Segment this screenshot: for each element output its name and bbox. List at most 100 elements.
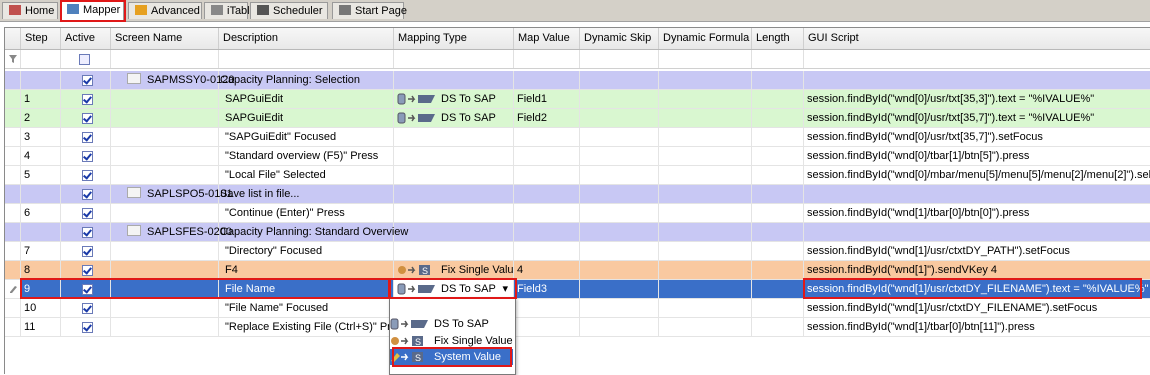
dynamic-formula-cell — [659, 299, 752, 317]
mapping-type-cell[interactable] — [394, 204, 514, 222]
active-checkbox[interactable] — [82, 303, 93, 314]
active-checkbox[interactable] — [82, 246, 93, 257]
table-row[interactable]: SAPMSSY0-0120 Capacity Planning: Selectio… — [5, 71, 1150, 90]
gui-script-cell: session.findById("wnd[1]/usr/ctxtDY_FILE… — [804, 280, 1150, 298]
mapping-type-cell[interactable]: DS To SAP — [394, 90, 514, 108]
mapping-type-cell[interactable]: S Fix Single Value — [394, 261, 514, 279]
mapping-type-cell[interactable]: DS To SAP — [394, 109, 514, 127]
dropdown-arrow-icon[interactable]: ▾ — [502, 280, 508, 298]
tab-label: Home — [25, 5, 55, 17]
tab-mapper[interactable]: Mapper — [60, 1, 124, 21]
active-cell[interactable] — [61, 299, 111, 317]
table-row[interactable]: SAPLSPO5-0101 Save list in file... — [5, 185, 1150, 204]
step-cell — [21, 185, 61, 203]
col-header-length[interactable]: Length — [752, 28, 804, 49]
filter-cell[interactable] — [61, 50, 111, 68]
active-checkbox[interactable] — [82, 170, 93, 181]
active-cell[interactable] — [61, 223, 111, 241]
filter-icon[interactable] — [5, 50, 21, 68]
dropdown-option-fix-single-value[interactable]: S Fix Single Value — [390, 333, 513, 349]
active-checkbox[interactable] — [82, 132, 93, 143]
tab-label: Scheduler — [273, 5, 323, 17]
tab-advanced[interactable]: Advanced — [128, 2, 202, 19]
tab-scheduler[interactable]: Scheduler — [250, 2, 328, 19]
mapping-type-cell[interactable]: DS To SAP ▾ — [394, 280, 514, 298]
active-cell[interactable] — [61, 71, 111, 89]
filter-cell[interactable] — [219, 50, 394, 68]
table-row[interactable]: 1 SAPGuiEdit DS To SAP Field1 session.findBy… — [5, 90, 1150, 109]
active-cell[interactable] — [61, 261, 111, 279]
dropdown-option-ds-to-sap[interactable]: DS To SAP — [390, 316, 513, 332]
active-checkbox[interactable] — [82, 75, 93, 86]
active-cell[interactable] — [61, 204, 111, 222]
length-cell — [752, 185, 804, 203]
advanced-icon — [135, 5, 147, 15]
col-header-gui-script[interactable]: GUI Script — [804, 28, 1150, 49]
table-row[interactable]: 7 "Directory" Focused session.findById("wn… — [5, 242, 1150, 261]
filter-cell[interactable] — [659, 50, 752, 68]
filter-cell[interactable] — [111, 50, 219, 68]
active-cell[interactable] — [61, 166, 111, 184]
mapping-type-cell[interactable] — [394, 223, 514, 241]
table-row[interactable]: 2 SAPGuiEdit DS To SAP Field2 session.findBy… — [5, 109, 1150, 128]
gui-script-cell: session.findById("wnd[1]").sendVKey 4 — [804, 261, 1150, 279]
active-cell[interactable] — [61, 318, 111, 336]
mapping-type-dropdown[interactable]: DS To SAP S Fix Single Value S System Value — [389, 298, 516, 375]
table-row[interactable]: 9 File Name DS To SAP ▾ Field3 session.findBy… — [5, 280, 1150, 299]
mapping-type-cell[interactable] — [394, 242, 514, 260]
dynamic-skip-cell — [580, 147, 659, 165]
table-row[interactable]: SAPLSFES-0200 Capacity Planning: Standard… — [5, 223, 1150, 242]
col-header-dynamic-skip[interactable]: Dynamic Skip — [580, 28, 659, 49]
table-row[interactable]: 6 "Continue (Enter)" Press session.findByI… — [5, 204, 1150, 223]
filter-cell[interactable] — [21, 50, 61, 68]
col-header-dynamic-formula[interactable]: Dynamic Formula — [659, 28, 752, 49]
active-cell[interactable] — [61, 185, 111, 203]
tab-home[interactable]: Home — [2, 2, 58, 19]
active-checkbox[interactable] — [82, 227, 93, 238]
col-header-mapping-type[interactable]: Mapping Type — [394, 28, 514, 49]
filter-cell[interactable] — [804, 50, 1150, 68]
active-cell[interactable] — [61, 109, 111, 127]
active-checkbox[interactable] — [82, 208, 93, 219]
col-header-step[interactable]: Step — [21, 28, 61, 49]
active-cell[interactable] — [61, 242, 111, 260]
table-row[interactable]: 8 F4 S Fix Single Value 4 session.findById("w… — [5, 261, 1150, 280]
table-row[interactable]: 11 "Replace Existing File (Ctrl+S)" Press… — [5, 318, 1150, 337]
dropdown-option-system-value[interactable]: S System Value — [390, 349, 513, 365]
tab-label: Mapper — [83, 4, 121, 16]
filter-cell[interactable] — [514, 50, 580, 68]
col-header-active[interactable]: Active — [61, 28, 111, 49]
active-cell[interactable] — [61, 280, 111, 298]
table-row[interactable]: 5 "Local File" Selected session.findById("… — [5, 166, 1150, 185]
active-checkbox[interactable] — [82, 151, 93, 162]
dynamic-skip-cell — [580, 166, 659, 184]
active-cell[interactable] — [61, 90, 111, 108]
mapping-type-cell[interactable] — [394, 166, 514, 184]
active-checkbox[interactable] — [82, 265, 93, 276]
screen-name-cell — [111, 261, 219, 279]
filter-cell[interactable] — [580, 50, 659, 68]
description-cell: "Standard overview (F5)" Press — [219, 147, 394, 165]
active-checkbox[interactable] — [82, 94, 93, 105]
active-cell[interactable] — [61, 128, 111, 146]
map-value-cell — [514, 318, 580, 336]
mapping-type-cell[interactable] — [394, 71, 514, 89]
active-checkbox[interactable] — [82, 113, 93, 124]
active-checkbox[interactable] — [82, 322, 93, 333]
active-cell[interactable] — [61, 147, 111, 165]
table-row[interactable]: 4 "Standard overview (F5)" Press session.f… — [5, 147, 1150, 166]
tab-start-page[interactable]: Start Page — [332, 2, 407, 19]
table-row[interactable]: 10 "File Name" Focused session.findById("w… — [5, 299, 1150, 318]
mapping-type-cell[interactable] — [394, 185, 514, 203]
active-checkbox[interactable] — [82, 284, 93, 295]
tab-itable[interactable]: iTable — [204, 2, 256, 19]
col-header-screen-name[interactable]: Screen Name — [111, 28, 219, 49]
mapping-type-cell[interactable] — [394, 128, 514, 146]
filter-cell[interactable] — [752, 50, 804, 68]
col-header-map-value[interactable]: Map Value — [514, 28, 580, 49]
col-header-description[interactable]: Description — [219, 28, 394, 49]
mapping-type-cell[interactable] — [394, 147, 514, 165]
filter-cell[interactable] — [394, 50, 514, 68]
active-checkbox[interactable] — [82, 189, 93, 200]
table-row[interactable]: 3 "SAPGuiEdit" Focused session.findById("w… — [5, 128, 1150, 147]
